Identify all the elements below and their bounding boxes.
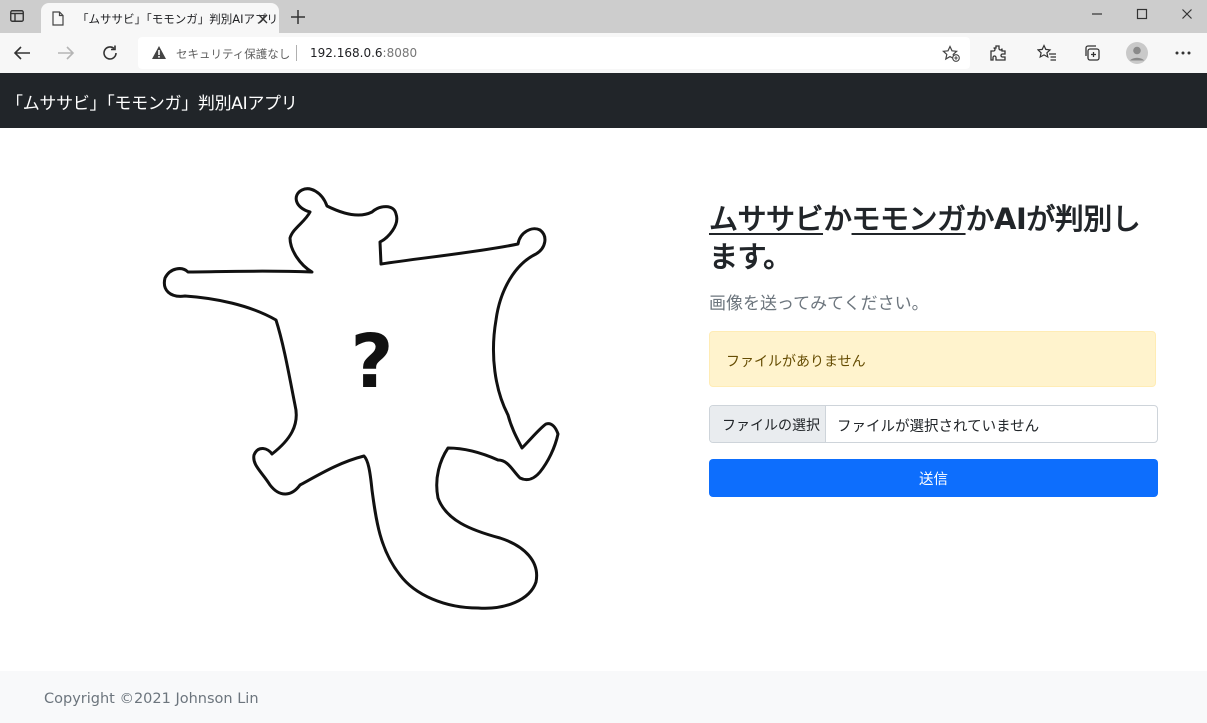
flying-squirrel-illustration: ? [150, 180, 570, 620]
submit-button[interactable]: 送信 [709, 459, 1158, 497]
close-window-icon[interactable] [1177, 6, 1197, 22]
choose-file-button[interactable]: ファイルの選択 [710, 406, 826, 442]
maximize-icon[interactable] [1132, 6, 1152, 22]
copyright-text: Copyright ©2021 Johnson Lin [44, 691, 259, 707]
security-status[interactable]: セキュリティ保護なし [176, 46, 290, 62]
headline-connector: か [823, 202, 852, 236]
choose-file-label: ファイルの選択 [722, 418, 820, 434]
page-footer: Copyright ©2021 Johnson Lin [0, 671, 1207, 723]
warning-icon[interactable] [151, 45, 167, 64]
tab-actions-icon[interactable] [8, 7, 26, 25]
alert-text: ファイルがありません [726, 354, 866, 370]
file-input[interactable]: ファイルの選択 ファイルが選択されていません [709, 405, 1158, 443]
address-separator [296, 45, 297, 61]
page-headline: ムササビかモモンガかAIが判別します。 [709, 200, 1159, 276]
warning-alert: ファイルがありません [709, 331, 1156, 387]
forward-arrow-icon[interactable] [54, 41, 78, 65]
collections-icon[interactable] [1080, 41, 1104, 65]
headline-word-momonga: モモンガ [851, 202, 967, 236]
question-mark: ? [351, 319, 394, 405]
favorites-icon[interactable] [1035, 41, 1059, 65]
refresh-icon[interactable] [98, 41, 122, 65]
minimize-icon[interactable] [1087, 6, 1107, 22]
url-port: :8080 [382, 46, 418, 60]
browser-toolbar: セキュリティ保護なし 192.168.0.6:8080 [0, 33, 1207, 74]
site-navbar: 「ムササビ」「モモンガ」判別AIアプリ [0, 73, 1207, 128]
back-arrow-icon[interactable] [10, 41, 34, 65]
browser-tab-bar: 「ムササビ」「モモンガ」判別AIアプリ [0, 0, 1207, 33]
browser-tab-active[interactable]: 「ムササビ」「モモンガ」判別AIアプリ [41, 3, 279, 33]
new-tab-button[interactable] [289, 8, 307, 26]
lead-text: 画像を送ってみてください。 [709, 294, 929, 314]
more-menu-icon[interactable] [1171, 41, 1195, 65]
url-text[interactable]: 192.168.0.6:8080 [310, 46, 417, 60]
file-status-text: ファイルが選択されていません [837, 419, 1040, 435]
tab-title: 「ムササビ」「モモンガ」判別AIアプリ [77, 12, 279, 26]
navbar-brand[interactable]: 「ムササビ」「モモンガ」判別AIアプリ [6, 89, 298, 114]
add-favorite-icon[interactable] [942, 45, 960, 66]
document-icon [52, 11, 64, 30]
address-bar[interactable]: セキュリティ保護なし 192.168.0.6:8080 [138, 37, 970, 69]
profile-avatar[interactable] [1125, 41, 1149, 65]
headline-word-musasabi: ムササビ [709, 202, 824, 236]
extensions-icon[interactable] [986, 41, 1010, 65]
close-tab-icon[interactable] [256, 11, 270, 25]
url-host: 192.168.0.6 [310, 46, 383, 60]
